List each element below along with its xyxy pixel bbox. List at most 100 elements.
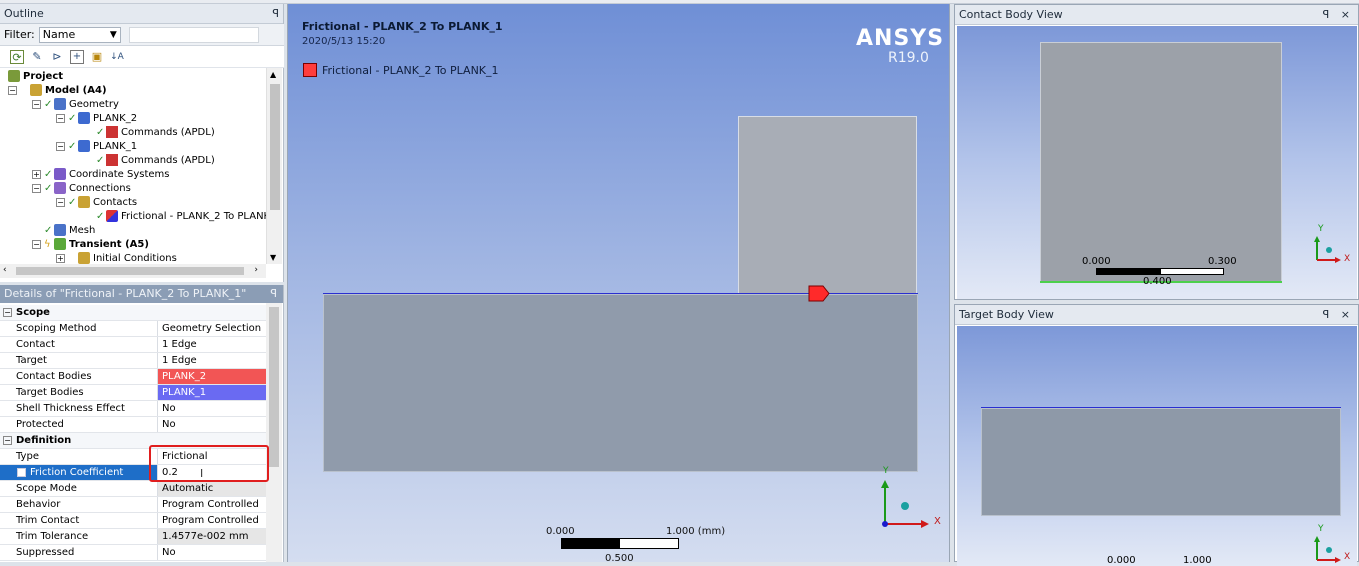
detail-key: Trim Contact xyxy=(0,513,158,528)
collapse-icon[interactable]: − xyxy=(32,239,41,249)
scale-mid-label: 0.500 xyxy=(605,553,634,564)
detail-row[interactable]: Shell Thickness Effect No xyxy=(0,401,266,417)
tree-item-commands-1[interactable]: ✓ Commands (APDL) xyxy=(96,125,215,139)
target-body-view-panel: Target Body View ꟼ × 0.000 1.000 Y X xyxy=(954,304,1359,566)
collapse-icon[interactable]: − xyxy=(56,113,65,123)
edit-icon[interactable]: ✎ xyxy=(30,50,44,64)
tree-item-label: Geometry xyxy=(69,98,119,110)
tree-item-mesh[interactable]: ✓ Mesh xyxy=(44,223,95,237)
detail-row[interactable]: Target 1 Edge xyxy=(0,353,266,369)
tree-item-project[interactable]: Project xyxy=(8,69,63,83)
detail-key: Type xyxy=(0,449,158,464)
collapse-tree-icon[interactable]: ⊳ xyxy=(50,50,64,64)
tree-item-model[interactable]: − Model (A4) xyxy=(8,83,107,97)
scroll-right-icon[interactable]: › xyxy=(254,265,258,275)
expand-icon[interactable]: + xyxy=(32,169,41,179)
pin-close-icon[interactable]: ꟼ × xyxy=(1323,8,1354,21)
filter-dropdown[interactable]: Name ▼ xyxy=(38,26,121,43)
plank2-body[interactable] xyxy=(738,116,917,294)
outline-tree: Project − Model (A4) − ✓ Geometry − ✓ PL… xyxy=(0,68,266,264)
pin-icon[interactable]: ꟼ xyxy=(272,7,279,20)
contact-bodies-value[interactable]: PLANK_2 xyxy=(158,369,266,384)
detail-value[interactable]: No xyxy=(158,417,266,432)
target-bodies-value[interactable]: PLANK_1 xyxy=(158,385,266,400)
detail-row[interactable]: Trim Tolerance 1.4577e-002 mm xyxy=(0,529,266,545)
scroll-up-icon[interactable]: ▲ xyxy=(270,70,276,79)
scroll-thumb[interactable] xyxy=(16,267,244,275)
tree-item-geometry[interactable]: − ✓ Geometry xyxy=(32,97,119,111)
collapse-icon[interactable]: − xyxy=(8,85,17,95)
detail-row[interactable]: Behavior Program Controlled xyxy=(0,497,266,513)
detail-value[interactable]: Automatic xyxy=(158,481,266,496)
detail-row[interactable]: Suppressed No xyxy=(0,545,266,561)
mesh-icon xyxy=(54,224,66,236)
detail-value[interactable]: No xyxy=(158,401,266,416)
tree-item-plank1[interactable]: − ✓ PLANK_1 xyxy=(56,139,137,153)
detail-row[interactable]: Trim Contact Program Controlled xyxy=(0,513,266,529)
collapse-icon[interactable]: − xyxy=(32,99,41,109)
tree-item-initial-conditions[interactable]: + Initial Conditions xyxy=(56,251,177,264)
target-body-viewport[interactable]: 0.000 1.000 Y X xyxy=(957,326,1357,566)
outline-toolbar: ⟳ ✎ ⊳ + ▣ ↓A xyxy=(0,46,284,68)
sort-icon[interactable]: ↓A xyxy=(110,50,124,64)
detail-value[interactable]: Program Controlled xyxy=(158,513,266,528)
tree-item-coordinate-systems[interactable]: + ✓ Coordinate Systems xyxy=(32,167,170,181)
scale-bar xyxy=(1096,268,1224,275)
detail-value[interactable]: Geometry Selection xyxy=(158,321,266,336)
plank1-body[interactable] xyxy=(323,294,918,472)
detail-row[interactable]: Scope Mode Automatic xyxy=(0,481,266,497)
contact-region-icon xyxy=(106,210,118,222)
detail-key: Protected xyxy=(0,417,158,432)
collapse-icon[interactable]: − xyxy=(3,308,12,317)
detail-key: Target xyxy=(0,353,158,368)
tree-item-connections[interactable]: − ✓ Connections xyxy=(32,181,131,195)
detail-row[interactable]: Protected No xyxy=(0,417,266,433)
pin-close-icon[interactable]: ꟼ × xyxy=(1323,308,1354,321)
collapse-icon[interactable]: − xyxy=(56,141,65,151)
detail-value[interactable]: 1.4577e-002 mm xyxy=(158,529,266,544)
contact-body-viewport[interactable]: 0.000 0.300 0.400 Y X xyxy=(957,26,1357,299)
detail-value[interactable]: No xyxy=(158,545,266,560)
model-icon xyxy=(30,84,42,96)
group-scope[interactable]: − Scope xyxy=(0,305,266,321)
scroll-left-icon[interactable]: ‹ xyxy=(3,265,7,275)
tree-item-label: PLANK_2 xyxy=(93,112,138,124)
scroll-thumb[interactable] xyxy=(269,307,279,467)
detail-value[interactable]: 1 Edge xyxy=(158,337,266,352)
expand-all-icon[interactable]: + xyxy=(70,49,84,64)
scroll-down-icon[interactable]: ▼ xyxy=(270,253,276,262)
parameter-checkbox[interactable] xyxy=(17,468,26,477)
detail-value[interactable]: 1 Edge xyxy=(158,353,266,368)
detail-row[interactable]: Contact Bodies PLANK_2 xyxy=(0,369,266,385)
collapse-icon[interactable]: − xyxy=(3,436,12,445)
plank2-body[interactable] xyxy=(1040,42,1282,282)
viewport-date: 2020/5/13 15:20 xyxy=(302,36,386,47)
outline-horizontal-scrollbar[interactable]: ‹ › xyxy=(0,264,266,278)
plank1-body[interactable] xyxy=(981,408,1341,516)
folder-icon[interactable]: ▣ xyxy=(90,50,104,64)
detail-key: Suppressed xyxy=(0,545,158,560)
transient-icon xyxy=(54,238,66,250)
check-icon: ✓ xyxy=(96,154,105,166)
detail-row[interactable]: Target Bodies PLANK_1 xyxy=(0,385,266,401)
tree-item-contacts[interactable]: − ✓ Contacts xyxy=(56,195,137,209)
scroll-thumb[interactable] xyxy=(270,84,280,210)
tree-item-plank2[interactable]: − ✓ PLANK_2 xyxy=(56,111,137,125)
refresh-icon[interactable]: ⟳ xyxy=(10,49,24,64)
detail-row[interactable]: Contact 1 Edge xyxy=(0,337,266,353)
graphics-viewport[interactable]: Frictional - PLANK_2 To PLANK_1 2020/5/1… xyxy=(287,4,950,564)
tree-item-frictional-contact[interactable]: ✓ Frictional - PLANK_2 To PLANK_1 xyxy=(96,209,266,223)
tree-item-transient[interactable]: − ϟ Transient (A5) xyxy=(32,237,149,251)
details-scrollbar[interactable] xyxy=(266,303,282,562)
scale-left-label: 0.000 xyxy=(1082,256,1111,267)
detail-row[interactable]: Scoping Method Geometry Selection xyxy=(0,321,266,337)
expand-icon[interactable]: + xyxy=(56,253,65,263)
tree-item-commands-2[interactable]: ✓ Commands (APDL) xyxy=(96,153,215,167)
pin-icon[interactable]: ꟼ xyxy=(270,287,277,300)
collapse-icon[interactable]: − xyxy=(56,197,65,207)
target-body-view-title: Target Body View xyxy=(959,308,1054,321)
collapse-icon[interactable]: − xyxy=(32,183,41,193)
detail-value[interactable]: Program Controlled xyxy=(158,497,266,512)
outline-vertical-scrollbar[interactable]: ▲ ▼ xyxy=(266,68,282,264)
filter-search-input[interactable] xyxy=(128,26,259,43)
